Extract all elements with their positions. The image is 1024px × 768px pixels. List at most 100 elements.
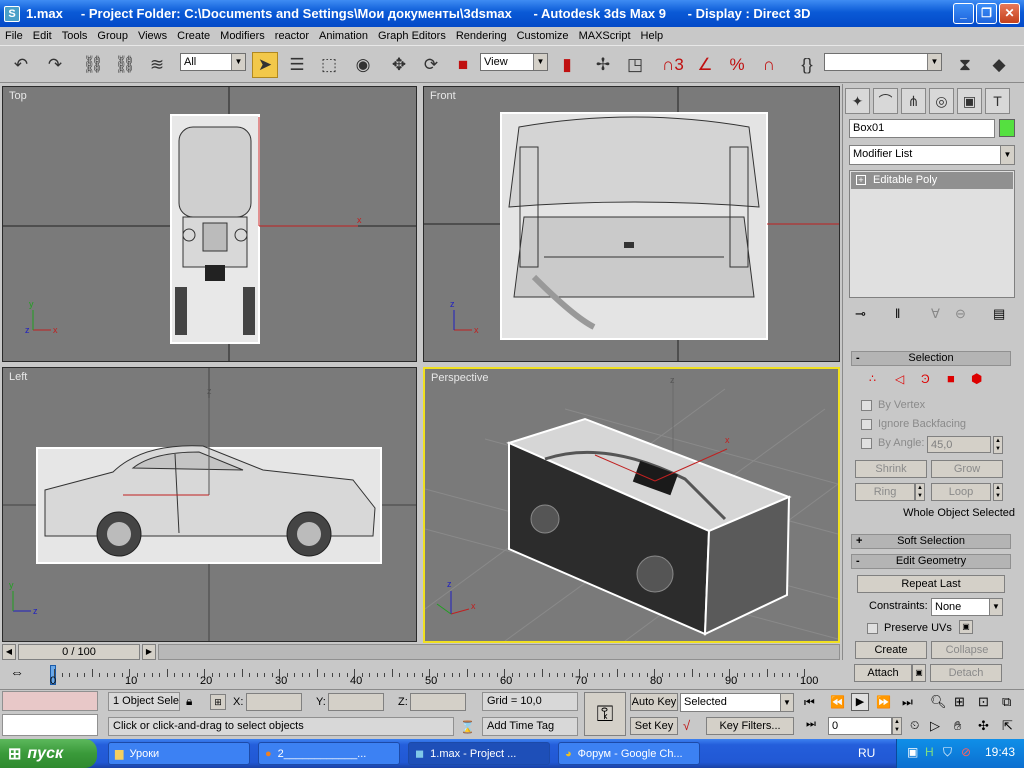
align-icon[interactable]: ◆ bbox=[986, 52, 1012, 78]
detach-button[interactable]: Detach bbox=[930, 664, 1002, 682]
viewport-left[interactable]: z z y Left bbox=[2, 367, 417, 642]
rectangular-selection-icon[interactable]: ⬚ bbox=[316, 52, 342, 78]
bind-to-space-warp-icon[interactable]: ≋ bbox=[144, 52, 170, 78]
viewport-label[interactable]: Perspective bbox=[431, 372, 488, 384]
select-and-link-icon[interactable]: ⛓ bbox=[80, 52, 106, 78]
menu-customize[interactable]: Customize bbox=[512, 30, 574, 42]
menu-reactor[interactable]: reactor bbox=[270, 30, 314, 42]
hierarchy-tab-icon[interactable]: ⋔ bbox=[901, 88, 926, 114]
key-mode-toggle-icon[interactable]: ⏭ bbox=[806, 718, 816, 731]
set-key-button[interactable]: Set Key bbox=[630, 717, 678, 735]
viewport-label[interactable]: Left bbox=[9, 371, 27, 383]
soft-selection-rollout-header[interactable]: + Soft Selection bbox=[851, 534, 1011, 549]
set-keys-icon[interactable]: ⚿ bbox=[584, 692, 626, 736]
clock[interactable]: 19:43 bbox=[985, 745, 1015, 759]
object-name-field[interactable]: Box01 bbox=[849, 119, 995, 138]
x-coordinate-field[interactable] bbox=[246, 693, 302, 711]
undo-icon[interactable]: ↶ bbox=[8, 52, 34, 78]
absolute-mode-icon[interactable]: ⊞ bbox=[210, 694, 226, 710]
viewport-label[interactable]: Top bbox=[9, 90, 27, 102]
select-object-icon[interactable]: ➤ bbox=[252, 52, 278, 78]
auto-key-button[interactable]: Auto Key bbox=[630, 693, 678, 711]
pin-stack-icon[interactable]: ⊸ bbox=[855, 306, 866, 322]
edge-icon[interactable]: ◁ bbox=[895, 372, 904, 386]
menu-views[interactable]: Views bbox=[133, 30, 172, 42]
maxscript-listener-mini[interactable] bbox=[2, 691, 98, 711]
language-indicator[interactable]: RU bbox=[858, 746, 875, 760]
display-tab-icon[interactable]: ▣ bbox=[957, 88, 982, 114]
attach-button[interactable]: Attach bbox=[854, 664, 912, 682]
preserve-uvs-checkbox[interactable]: Preserve UVs bbox=[867, 622, 952, 634]
next-frame-icon[interactable]: ▶ bbox=[142, 644, 156, 660]
menu-create[interactable]: Create bbox=[172, 30, 215, 42]
time-slider-thumb[interactable]: 0 / 100 bbox=[18, 644, 140, 660]
shield-icon[interactable]: ⛉ bbox=[943, 745, 952, 760]
network-icon[interactable]: ▣ bbox=[907, 745, 918, 759]
mirror-icon[interactable]: ⧗ bbox=[952, 52, 978, 78]
unlink-selection-icon[interactable]: ⛓ bbox=[112, 52, 138, 78]
rotate-icon[interactable]: ⟳ bbox=[418, 52, 444, 78]
time-slider-track[interactable] bbox=[158, 644, 840, 660]
selection-rollout-header[interactable]: - Selection bbox=[851, 351, 1011, 366]
menu-help[interactable]: Help bbox=[636, 30, 669, 42]
keyboard-shortcut-override-icon[interactable]: ◳ bbox=[622, 52, 648, 78]
create-tab-icon[interactable]: ✦ bbox=[845, 88, 870, 114]
zoom-extents-icon[interactable]: ⊡ bbox=[978, 694, 989, 710]
zoom-extents-all-icon[interactable]: ⧉ bbox=[1002, 694, 1011, 710]
by-vertex-checkbox[interactable]: By Vertex bbox=[861, 399, 925, 411]
menu-maxscript[interactable]: MAXScript bbox=[574, 30, 636, 42]
pan-icon[interactable]: ✋︎ bbox=[954, 718, 961, 734]
object-color-swatch[interactable] bbox=[999, 119, 1015, 137]
collapse-button[interactable]: Collapse bbox=[931, 641, 1003, 659]
settings-icon[interactable]: ▣ bbox=[959, 620, 973, 634]
close-button[interactable]: ✕ bbox=[999, 3, 1020, 24]
h-app-icon[interactable]: H bbox=[925, 745, 934, 759]
time-configuration-icon[interactable]: ⏲ bbox=[910, 718, 919, 733]
loop-spinner[interactable]: ▲ ▼ bbox=[993, 483, 1003, 501]
time-tag-icon[interactable]: ⌛ bbox=[460, 720, 475, 734]
minimize-button[interactable]: _ bbox=[953, 3, 974, 24]
start-button[interactable]: ⊞ пуск bbox=[0, 739, 97, 768]
blocked-icon[interactable]: ⊘ bbox=[961, 745, 971, 759]
z-coordinate-field[interactable] bbox=[410, 693, 466, 711]
previous-frame-icon[interactable]: ◀ bbox=[2, 644, 16, 660]
create-button[interactable]: Create bbox=[855, 641, 927, 659]
stack-item-editable-poly[interactable]: + Editable Poly bbox=[851, 172, 1013, 189]
menu-modifiers[interactable]: Modifiers bbox=[215, 30, 270, 42]
grow-button[interactable]: Grow bbox=[931, 460, 1003, 478]
open-mini-curve-editor-icon[interactable]: ⇔ bbox=[10, 664, 32, 684]
next-key-icon[interactable]: ⏩ bbox=[876, 695, 891, 709]
previous-key-icon[interactable]: ⏪ bbox=[830, 695, 845, 709]
current-frame-field[interactable]: 0 bbox=[828, 717, 892, 735]
angle-spinner[interactable]: ▲ ▼ bbox=[993, 436, 1003, 454]
remove-modifier-icon[interactable]: ⊖ bbox=[955, 306, 966, 322]
angle-snap-icon[interactable]: ∠ bbox=[692, 52, 718, 78]
maxscript-input[interactable] bbox=[2, 714, 98, 736]
show-end-result-icon[interactable]: ‖ bbox=[895, 306, 900, 321]
ignore-backfacing-checkbox[interactable]: Ignore Backfacing bbox=[861, 418, 966, 430]
zoom-all-icon[interactable]: ⊞ bbox=[954, 694, 965, 710]
key-mode-dropdown[interactable]: Selected ▼ bbox=[680, 693, 794, 712]
move-icon[interactable]: ✥ bbox=[386, 52, 412, 78]
shrink-button[interactable]: Shrink bbox=[855, 460, 927, 478]
viewport-front[interactable]: x z Front bbox=[423, 86, 840, 362]
menu-group[interactable]: Group bbox=[92, 30, 133, 42]
modifier-list-dropdown[interactable]: Modifier List ▼ bbox=[849, 145, 1015, 165]
make-unique-icon[interactable]: ∀ bbox=[931, 306, 940, 322]
go-to-start-icon[interactable]: ⏮ bbox=[804, 695, 815, 710]
viewport-top[interactable]: x x y z Top bbox=[2, 86, 417, 362]
repeat-last-button[interactable]: Repeat Last bbox=[857, 575, 1005, 593]
viewport-perspective[interactable]: z x x z Perspective bbox=[423, 367, 840, 643]
title-bar[interactable]: S 1.max - Project Folder: C:\Documents a… bbox=[0, 0, 1024, 27]
maximize-viewport-icon[interactable]: ⇱ bbox=[1002, 718, 1013, 734]
viewport-label[interactable]: Front bbox=[430, 90, 456, 102]
redo-icon[interactable]: ↷ bbox=[42, 52, 68, 78]
pivot-point-icon[interactable]: ▮ bbox=[554, 52, 580, 78]
restore-button[interactable]: ❐ bbox=[976, 3, 997, 24]
edit-geometry-rollout-header[interactable]: - Edit Geometry bbox=[851, 554, 1011, 569]
menu-edit[interactable]: Edit bbox=[28, 30, 57, 42]
percent-snap-icon[interactable]: % bbox=[724, 52, 750, 78]
menu-animation[interactable]: Animation bbox=[314, 30, 373, 42]
named-selection-dropdown[interactable]: ▼ bbox=[824, 53, 942, 71]
selection-filter-dropdown[interactable]: All ▼ bbox=[180, 53, 246, 71]
